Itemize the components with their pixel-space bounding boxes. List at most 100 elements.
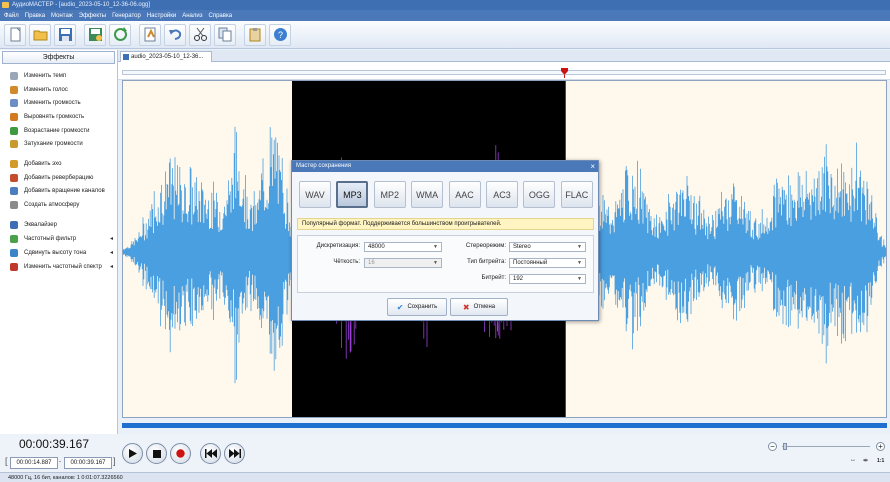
save-as-icon — [88, 28, 102, 41]
paste-icon — [249, 28, 260, 42]
format-button[interactable]: WAV — [299, 181, 331, 208]
effect-icon — [10, 174, 18, 182]
submenu-arrow-icon: ◂ — [110, 264, 114, 270]
range-separator: - — [59, 459, 61, 465]
document-tab-label: audio_2023-05-10_12-36... — [131, 54, 204, 60]
checkmark-icon: ✔ — [396, 302, 404, 312]
rewind-button[interactable] — [200, 443, 221, 464]
close-icon[interactable]: × — [590, 161, 595, 172]
format-button[interactable]: WMA — [411, 181, 444, 208]
save-as-button[interactable] — [84, 23, 106, 46]
effects-panel: Эффекты Изменить темп Изменить голос Измен… — [0, 50, 118, 434]
record-button[interactable] — [170, 443, 191, 464]
copy-icon — [218, 27, 231, 42]
fit-width-icon[interactable]: ↔ — [850, 457, 856, 463]
stereo-mode-select[interactable]: Stereo ▼ — [509, 242, 586, 252]
open-folder-button[interactable] — [29, 23, 51, 46]
zoom-slider-thumb[interactable] — [783, 443, 787, 450]
effect-item[interactable]: Эквалайзер — [10, 220, 57, 230]
effect-item[interactable]: Возрастание громкости — [10, 126, 90, 136]
playback-progress-bar[interactable] — [122, 423, 887, 428]
bitrate-label: Битрейт: — [481, 275, 506, 281]
zoom-slider[interactable] — [782, 446, 870, 447]
save-button[interactable]: ✔ Сохранить — [387, 298, 447, 316]
format-description: Популярный формат. Поддерживается больши… — [297, 218, 594, 230]
copy-button[interactable] — [214, 23, 236, 46]
new-file-icon — [10, 27, 20, 42]
transport-bar: − + ↔ ⇹ 1:1 — [118, 434, 890, 472]
effect-icon — [10, 140, 18, 148]
effect-label: Изменить частотный спектр — [24, 264, 102, 270]
format-button[interactable]: AAC — [448, 181, 481, 208]
effect-item[interactable]: Добавить вращение каналов — [10, 186, 105, 196]
timeline-track[interactable] — [122, 70, 886, 75]
clarity-label: Чёткость: — [333, 259, 360, 265]
help-button[interactable]: ? — [269, 23, 291, 46]
menu-item[interactable]: Правка — [25, 13, 45, 19]
document-tab[interactable]: audio_2023-05-10_12-36... — [120, 51, 212, 62]
fit-selection-icon[interactable]: ⇹ — [863, 457, 868, 464]
format-button[interactable]: FLAC — [560, 181, 593, 208]
cancel-button[interactable]: ✖ Отмена — [450, 298, 508, 316]
record-icon — [176, 449, 185, 458]
stop-button[interactable] — [146, 443, 167, 464]
undo-button[interactable] — [164, 23, 186, 46]
menu-item[interactable]: Анализ — [182, 13, 202, 19]
menu-item[interactable]: Эффекты — [79, 13, 106, 19]
new-file-button[interactable] — [4, 23, 26, 46]
format-button[interactable]: MP3 — [336, 181, 369, 208]
menu-item[interactable]: Настройки — [147, 13, 176, 19]
status-bar: 48000 Гц, 16 бит, каналов: 1 0:01:07.322… — [0, 472, 890, 482]
audio-file-icon — [123, 54, 129, 60]
effect-label: Затухание громкости — [24, 141, 83, 147]
undo-icon — [168, 29, 181, 40]
timeline-ruler[interactable] — [118, 62, 890, 80]
effect-item[interactable]: Изменить темп — [10, 71, 66, 81]
effect-item[interactable]: Выровнять громкость — [10, 112, 84, 122]
undo-history-button[interactable] — [139, 23, 161, 46]
format-button[interactable]: OGG — [523, 181, 556, 208]
effect-item[interactable]: Добавить эхо — [10, 159, 61, 169]
zoom-out-button[interactable]: − — [768, 442, 777, 451]
paste-button[interactable] — [244, 23, 266, 46]
effect-item[interactable]: Добавить реверберацию — [10, 173, 93, 183]
format-button[interactable]: MP2 — [373, 181, 406, 208]
effect-item[interactable]: Изменить голос — [10, 85, 68, 95]
zoom-in-button[interactable]: + — [876, 442, 885, 451]
play-button[interactable] — [122, 443, 143, 464]
effect-icon — [10, 221, 18, 229]
menu-item[interactable]: Справка — [209, 13, 233, 19]
bitrate-type-select[interactable]: Постоянный ▼ — [509, 258, 586, 268]
selection-start-field[interactable]: 00:00:14.887 — [10, 457, 58, 469]
save-button[interactable] — [54, 23, 76, 46]
refresh-button[interactable] — [109, 23, 131, 46]
effect-label: Создать атмосферу — [24, 202, 80, 208]
undo-history-icon — [144, 27, 155, 42]
playhead-marker-icon[interactable] — [561, 68, 569, 78]
sample-rate-select[interactable]: 48000 ▼ — [364, 242, 442, 252]
effect-icon — [10, 72, 18, 80]
effect-item[interactable]: Затухание громкости — [10, 139, 83, 149]
zoom-one-to-one-button[interactable]: 1:1 — [877, 458, 884, 464]
selection-end-field[interactable]: 00:00:39.167 — [64, 457, 112, 469]
effect-item[interactable]: Изменить громкость — [10, 98, 81, 108]
effect-icon — [10, 249, 18, 257]
effect-item[interactable]: Сдвинуть высоту тона ◂ — [10, 248, 113, 258]
effect-icon — [10, 160, 18, 168]
menu-item[interactable]: Генератор — [112, 13, 141, 19]
toolbar: ? — [0, 21, 890, 49]
cut-button[interactable] — [189, 23, 211, 46]
submenu-arrow-icon: ◂ — [110, 236, 114, 242]
menu-item[interactable]: Файл — [4, 13, 19, 19]
effect-item[interactable]: Создать атмосферу — [10, 200, 79, 210]
effects-tab[interactable]: Эффекты — [2, 51, 115, 64]
effect-icon — [10, 127, 18, 135]
bitrate-select[interactable]: 192 ▼ — [509, 274, 586, 284]
effect-label: Частотный фильтр — [24, 236, 77, 242]
format-button[interactable]: AC3 — [485, 181, 518, 208]
effect-item[interactable]: Частотный фильтр ◂ — [10, 234, 113, 244]
menu-item[interactable]: Монтаж — [51, 13, 73, 19]
fast-forward-button[interactable] — [224, 443, 245, 464]
effect-item[interactable]: Изменить частотный спектр ◂ — [10, 262, 113, 272]
document-tabs: audio_2023-05-10_12-36... — [118, 50, 890, 62]
